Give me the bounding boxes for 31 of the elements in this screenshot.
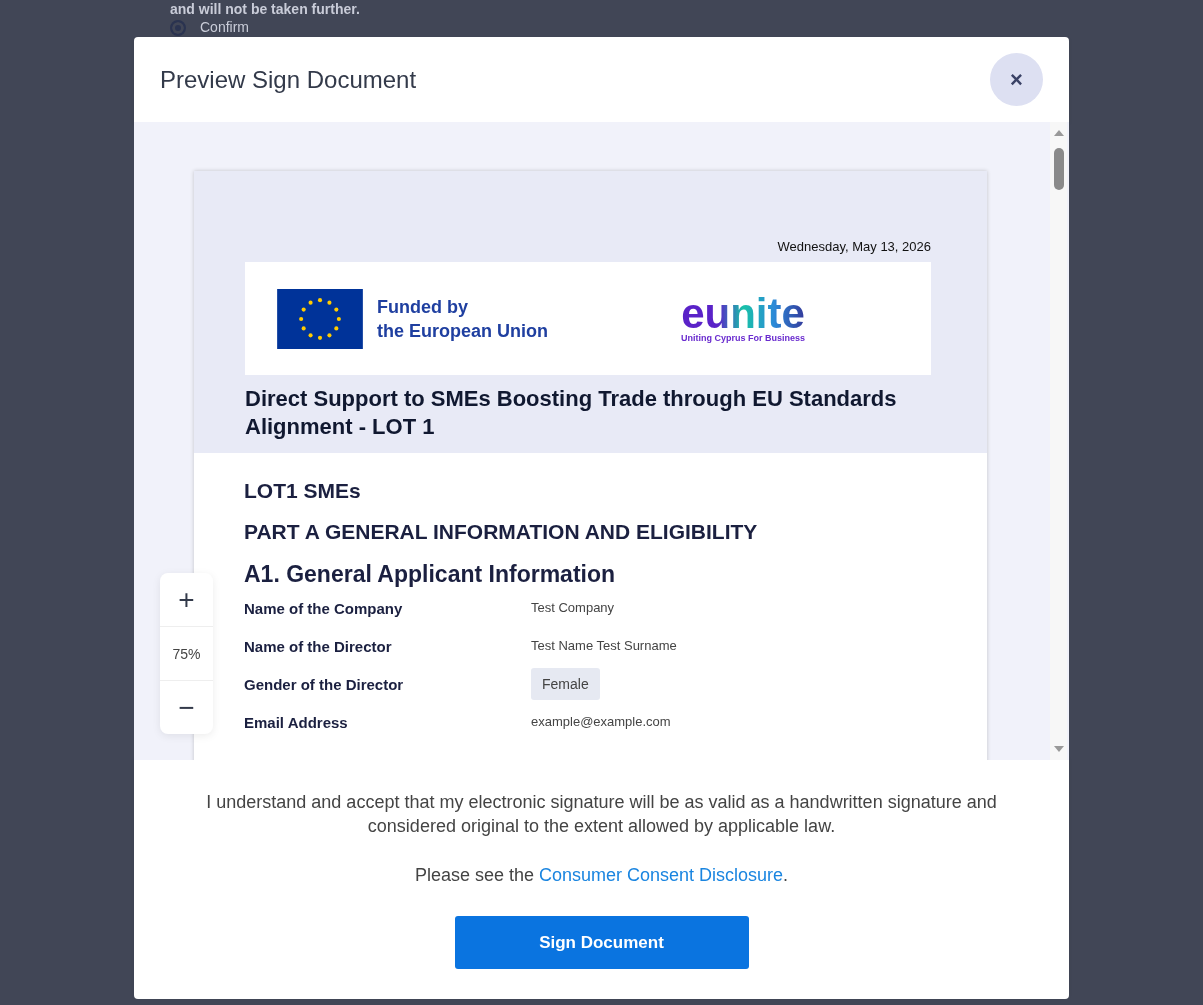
- consent-text: I understand and accept that my electronic signature will be as valid as a handwritten signature and considered original to the extent allowed by applicable law.: [205, 791, 998, 838]
- zoom-in-button[interactable]: +: [160, 573, 213, 626]
- document-date: Wednesday, May 13, 2026: [776, 239, 931, 254]
- period-text: .: [783, 865, 789, 885]
- field-value: Test Name Test Surname: [531, 638, 677, 653]
- brand-tagline: Uniting Cyprus For Business: [681, 332, 805, 343]
- funded-text: the European Union: [377, 319, 548, 343]
- field-label: Gender of the Director: [244, 676, 405, 693]
- field-value: Test Company: [531, 600, 615, 615]
- background-text: and will not be taken further.: [170, 1, 361, 18]
- eu-flag-icon: [275, 288, 365, 349]
- funded-text: Funded by: [377, 295, 469, 319]
- field-label: Email Address: [244, 714, 349, 731]
- radio-label: Confirm: [200, 19, 249, 36]
- zoom-level: 75%: [160, 626, 213, 681]
- section-heading: LOT1 SMEs: [244, 479, 362, 503]
- disclosure-link[interactable]: Consumer Consent Disclosure: [539, 865, 784, 885]
- scrollbar[interactable]: [1050, 122, 1067, 760]
- section-heading: A1. General Applicant Information: [244, 561, 617, 588]
- dialog-title: Preview Sign Document: [160, 65, 417, 94]
- close-button[interactable]: ×: [990, 53, 1043, 106]
- field-label: Name of the Director: [244, 638, 393, 655]
- disclosure-text: Please see the: [414, 865, 534, 885]
- document-title: Direct Support to SMEs Boosting Trade through EU Standards Alignment - LOT 1: [245, 385, 898, 441]
- section-heading: PART A GENERAL INFORMATION AND ELIGIBILITY: [244, 520, 759, 544]
- radio-button[interactable]: [170, 19, 186, 36]
- field-value: Female: [531, 668, 600, 700]
- field-label: Name of the Company: [244, 600, 404, 617]
- sign-document-button[interactable]: Sign Document: [454, 916, 749, 969]
- zoom-out-button[interactable]: −: [160, 681, 213, 734]
- field-value: example@example.com: [531, 714, 671, 729]
